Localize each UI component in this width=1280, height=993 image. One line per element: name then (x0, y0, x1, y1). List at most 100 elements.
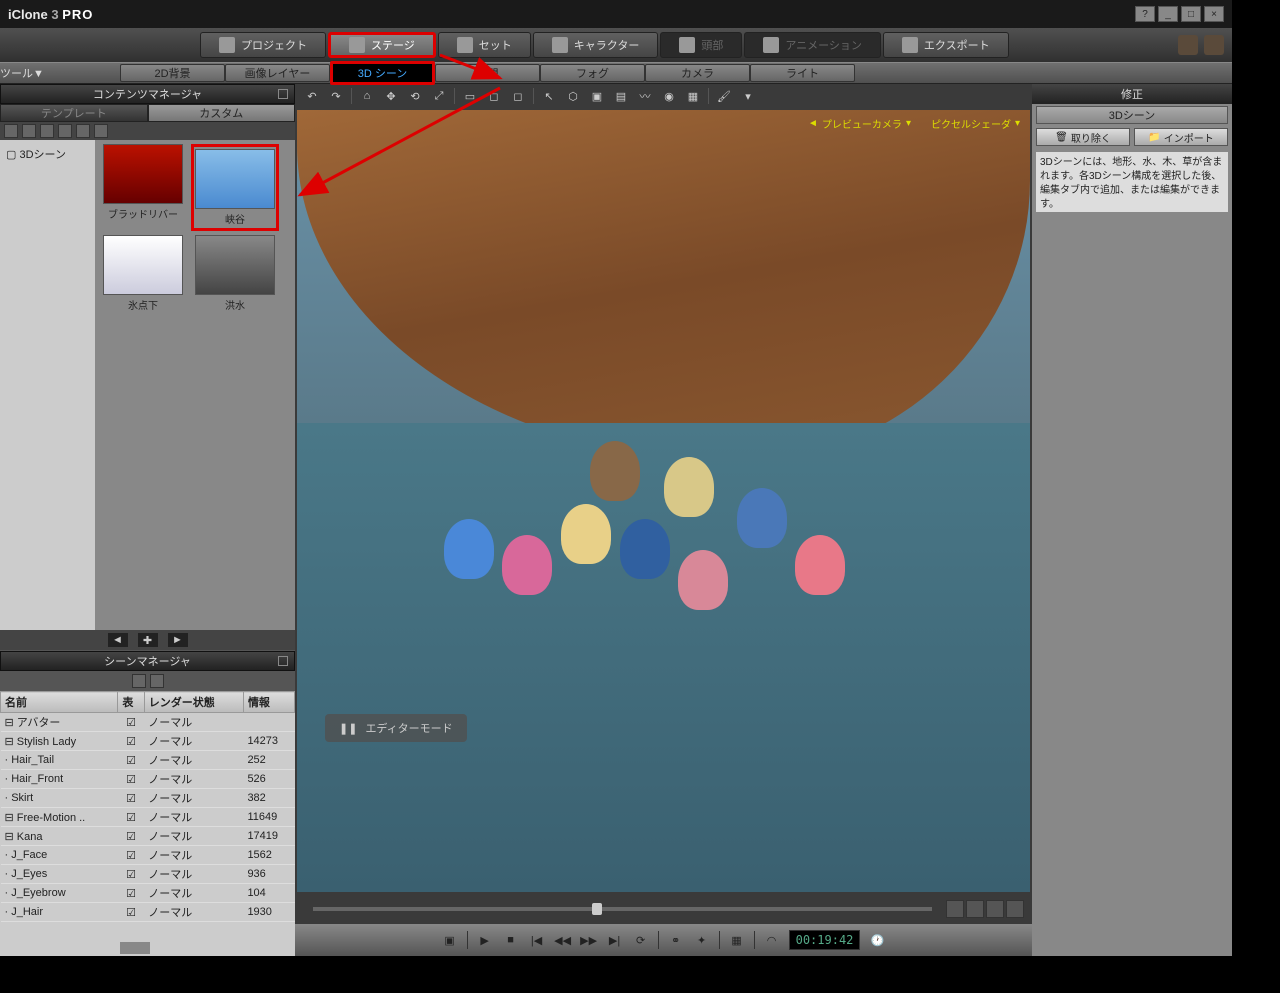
cm-tab-1[interactable]: カスタム (148, 104, 296, 122)
timeline-handle[interactable] (592, 903, 602, 915)
h-scrollbar[interactable] (0, 940, 295, 956)
sub-tab-0[interactable]: 2D背景 (120, 64, 225, 82)
tool-icon[interactable]: ▤ (612, 87, 630, 105)
sub-tab-4[interactable]: フォグ (540, 64, 645, 82)
tl-btn[interactable] (986, 900, 1004, 918)
cm-tab-0[interactable]: テンプレート (0, 104, 148, 122)
brush-icon[interactable]: 🖌 (715, 87, 733, 105)
sub-tab-6[interactable]: ライト (750, 64, 855, 82)
timeline[interactable] (295, 894, 1032, 924)
tl-btn[interactable] (946, 900, 964, 918)
visibility-checkbox[interactable]: ☑ (118, 751, 144, 770)
column-header[interactable]: レンダー状態 (144, 692, 243, 713)
thumbnail-1[interactable]: 峡谷 (191, 144, 279, 231)
tool-icon[interactable]: ⬡ (564, 87, 582, 105)
table-row[interactable]: · J_Hair☑ノーマル1930 (1, 903, 295, 922)
visibility-checkbox[interactable]: ☑ (118, 789, 144, 808)
scene-tree-table[interactable]: 名前表レンダー状態情報⊟ アバター☑ノーマル⊟ Stylish Lady☑ノーマ… (0, 691, 295, 940)
last-icon[interactable]: ▶| (606, 931, 624, 949)
import-button[interactable]: 📁 インポート (1134, 128, 1228, 146)
camera-icon[interactable]: ◠ (763, 931, 781, 949)
table-row[interactable]: · Skirt☑ノーマル382 (1, 789, 295, 808)
play-icon[interactable]: ▶ (476, 931, 494, 949)
help-button[interactable]: ? (1135, 6, 1155, 22)
main-tab-0[interactable]: プロジェクト (200, 32, 326, 58)
select-icon[interactable]: ▭ (461, 87, 479, 105)
toolbar-btn[interactable] (40, 124, 54, 138)
visibility-checkbox[interactable]: ☑ (118, 884, 144, 903)
timeline-slider[interactable] (313, 907, 932, 911)
scale-icon[interactable]: ⤢ (430, 87, 448, 105)
toolbar-btn[interactable] (22, 124, 36, 138)
thumbnail-0[interactable]: ブラッドリバー (99, 144, 187, 231)
dropdown-icon[interactable]: ▾ (739, 87, 757, 105)
thumbnail-2[interactable]: 氷点下 (99, 235, 187, 312)
tool-icon[interactable]: ◻ (485, 87, 503, 105)
tool-icon[interactable]: ▦ (684, 87, 702, 105)
redo-icon[interactable]: ↷ (327, 87, 345, 105)
main-tab-4[interactable]: 頭部 (660, 32, 742, 58)
visibility-checkbox[interactable]: ☑ (118, 732, 144, 751)
table-row[interactable]: · Hair_Front☑ノーマル526 (1, 770, 295, 789)
close-button[interactable]: × (1204, 6, 1224, 22)
sm-toolbar-btn[interactable] (132, 674, 146, 688)
sub-tab-1[interactable]: 画像レイヤー (225, 64, 330, 82)
tool-icon[interactable]: ✦ (693, 931, 711, 949)
minimize-button[interactable]: _ (1158, 6, 1178, 22)
clock-icon[interactable]: 🕐 (868, 931, 886, 949)
visibility-checkbox[interactable]: ☑ (118, 770, 144, 789)
column-header[interactable]: 表 (118, 692, 144, 713)
tool-icon[interactable]: ▣ (588, 87, 606, 105)
visibility-checkbox[interactable]: ☑ (118, 827, 144, 846)
main-tab-5[interactable]: アニメーション (744, 32, 881, 58)
tl-btn[interactable] (966, 900, 984, 918)
table-row[interactable]: · J_Eyes☑ノーマル936 (1, 865, 295, 884)
record-icon[interactable]: ▣ (441, 931, 459, 949)
visibility-checkbox[interactable]: ☑ (118, 865, 144, 884)
first-icon[interactable]: |◀ (528, 931, 546, 949)
main-tab-1[interactable]: ステージ (328, 32, 436, 58)
add-button[interactable]: ✚ (138, 633, 158, 647)
table-row[interactable]: ⊟ Free-Motion ..☑ノーマル11649 (1, 808, 295, 827)
thumbnail-3[interactable]: 洪水 (191, 235, 279, 312)
home-icon[interactable]: ⌂ (358, 87, 376, 105)
move-icon[interactable]: ✥ (382, 87, 400, 105)
table-row[interactable]: ⊟ アバター☑ノーマル (1, 713, 295, 732)
table-row[interactable]: · J_Face☑ノーマル1562 (1, 846, 295, 865)
tools-icon[interactable] (1204, 35, 1224, 55)
link-icon[interactable]: ⚭ (667, 931, 685, 949)
sub-tab-5[interactable]: カメラ (645, 64, 750, 82)
column-header[interactable]: 名前 (1, 692, 118, 713)
rotate-icon[interactable]: ⟲ (406, 87, 424, 105)
prev-page-button[interactable]: ◄ (108, 633, 128, 647)
tool-icon[interactable]: 〰 (636, 87, 654, 105)
editor-mode-badge[interactable]: ❚❚ エディターモード (325, 714, 467, 742)
sub-tab-3[interactable]: 空間 (435, 64, 540, 82)
forward-icon[interactable]: ▶▶ (580, 931, 598, 949)
toolbar-btn[interactable] (76, 124, 90, 138)
main-tab-6[interactable]: エクスポート (883, 32, 1009, 58)
table-row[interactable]: · J_Eyebrow☑ノーマル104 (1, 884, 295, 903)
layout-icon[interactable]: ▦ (728, 931, 746, 949)
maximize-button[interactable]: □ (1181, 6, 1201, 22)
visibility-checkbox[interactable]: ☑ (118, 808, 144, 827)
camera-label[interactable]: ◄ プレビューカメラ ▾ (808, 116, 911, 131)
column-header[interactable]: 情報 (243, 692, 294, 713)
content-tree[interactable]: ▢ 3Dシーン (0, 140, 95, 630)
toolbar-btn[interactable] (58, 124, 72, 138)
tl-btn[interactable] (1006, 900, 1024, 918)
shader-label[interactable]: ピクセルシェーダ ▾ (931, 116, 1020, 131)
main-tab-2[interactable]: セット (438, 32, 531, 58)
rewind-icon[interactable]: ◀◀ (554, 931, 572, 949)
next-page-button[interactable]: ► (168, 633, 188, 647)
marketplace-icon[interactable] (1178, 35, 1198, 55)
tree-item-3dscene[interactable]: ▢ 3Dシーン (4, 144, 91, 164)
main-tab-3[interactable]: キャラクター (533, 32, 659, 58)
toolbar-btn[interactable] (4, 124, 18, 138)
undo-icon[interactable]: ↶ (303, 87, 321, 105)
collapse-icon[interactable] (278, 656, 288, 666)
sm-toolbar-btn[interactable] (150, 674, 164, 688)
table-row[interactable]: ⊟ Stylish Lady☑ノーマル14273 (1, 732, 295, 751)
table-row[interactable]: · Hair_Tail☑ノーマル252 (1, 751, 295, 770)
toolbar-btn[interactable] (94, 124, 108, 138)
